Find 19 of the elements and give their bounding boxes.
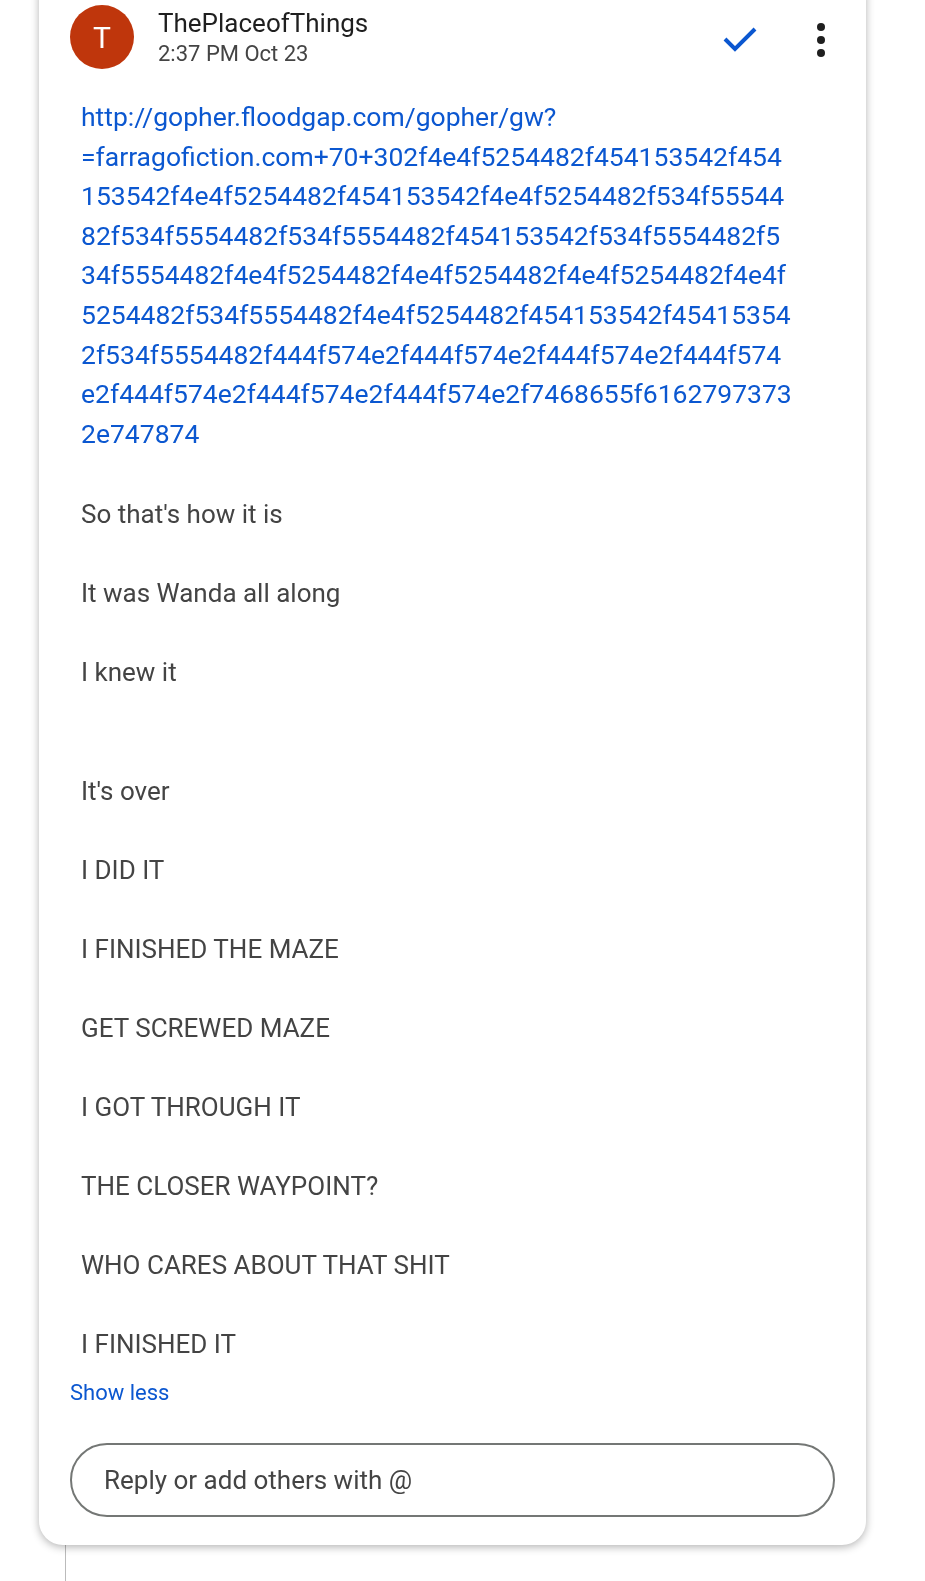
message-text: I DID IT bbox=[81, 854, 166, 888]
message-text: I knew it bbox=[81, 656, 178, 690]
avatar: T bbox=[70, 5, 134, 69]
message-text: So that's how it is bbox=[81, 498, 284, 532]
reply-field[interactable]: Reply or add others with @ bbox=[70, 1443, 835, 1518]
message-text: I GOT THROUGH IT bbox=[81, 1091, 302, 1125]
message-text: WHO CARES ABOUT THAT SHIT bbox=[81, 1249, 451, 1283]
message-link[interactable]: http://gopher.floodgap.com/gopher/gw?=farragofiction.com+70+302f4e4f5254482f454153542f454153542f4e4f5254482f454153542f4e4f5254482f534f5554482f534f5554482f534f5554482f454153542f534f5554482f534f5554482f4e4f5254482f4e4f5254482f4e4f5254482f4e4f5254482f534f5554482f4e4f5254482f454153542f454153542f534f5554482f444f574e2f444f574e2f444f574e2f444f574e2f444f574e2f444f574e2f444f574e2f7468655f61627973732e747874 bbox=[81, 97, 793, 454]
message-time: 2:37 PM Oct 23 bbox=[158, 41, 310, 67]
message-text: I FINISHED THE MAZE bbox=[81, 933, 340, 967]
sender-name: ThePlaceofThings bbox=[158, 7, 370, 40]
check-icon[interactable] bbox=[722, 25, 758, 53]
message-text: It's over bbox=[81, 775, 171, 809]
message-text: It was Wanda all along bbox=[81, 577, 342, 611]
message-text: I FINISHED IT bbox=[81, 1328, 238, 1362]
show-less-link[interactable]: Show less bbox=[70, 1376, 170, 1410]
message-text: THE CLOSER WAYPOINT? bbox=[81, 1170, 380, 1204]
message-text: GET SCREWED MAZE bbox=[81, 1012, 331, 1046]
more-icon[interactable] bbox=[816, 23, 826, 57]
